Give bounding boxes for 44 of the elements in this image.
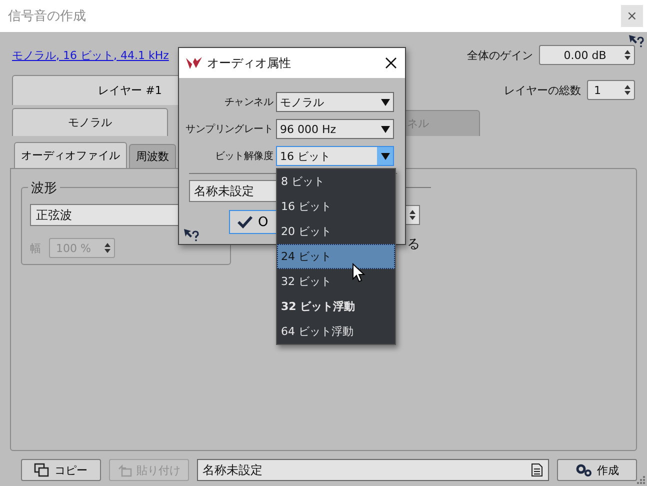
document-icon <box>531 463 544 477</box>
field-label: サンプリングレート <box>186 122 273 136</box>
group-title: 波形 <box>28 179 60 197</box>
close-button[interactable] <box>383 55 399 71</box>
gears-icon <box>575 463 594 477</box>
gain-field[interactable]: 0.00 dB <box>539 45 635 65</box>
menu-item[interactable]: 32 ビット <box>277 269 395 294</box>
menu-item[interactable]: 64 ビット浮動 <box>277 319 395 344</box>
close-button[interactable]: × <box>621 5 643 27</box>
spinner-arrows-icon[interactable] <box>104 242 111 254</box>
help-icon[interactable] <box>628 34 644 48</box>
dropdown[interactable]: モノラル <box>276 92 394 112</box>
dialog-title: オーディオ属性 <box>207 54 292 72</box>
spinner-arrows-icon[interactable] <box>624 84 631 96</box>
spinner-arrows-icon[interactable] <box>409 209 416 221</box>
mouse-pointer-icon <box>352 263 366 283</box>
format-link[interactable]: モノラル, 16 ビット, 44.1 kHz <box>12 48 169 62</box>
dropdown-arrow-icon[interactable] <box>380 152 390 160</box>
layer-count-field[interactable]: 1 <box>587 80 635 100</box>
dropdown[interactable]: 96 000 Hz <box>276 119 394 139</box>
dropdown-arrow-icon[interactable] <box>380 98 390 106</box>
paste-icon <box>116 463 133 477</box>
create-button[interactable]: 作成 <box>557 459 637 481</box>
channel-tab[interactable]: モノラル <box>12 108 168 136</box>
dropdown[interactable]: 16 ビット <box>276 146 394 166</box>
layer-count-label: レイヤーの総数 <box>504 82 581 98</box>
window-title: 信号音の作成 <box>8 8 86 25</box>
menu-item[interactable]: 24 ビット <box>277 244 395 269</box>
resize-grip-icon[interactable] <box>636 475 646 485</box>
source-tab[interactable]: 周波数 <box>129 144 176 168</box>
app-logo-icon <box>185 55 203 71</box>
source-tab[interactable]: オーディオファイル <box>14 142 127 168</box>
copy-button[interactable]: コピー <box>21 459 101 481</box>
help-icon[interactable] <box>183 228 199 242</box>
gain-label: 全体のゲイン <box>467 48 533 62</box>
field-label: ビット解像度 <box>214 150 273 163</box>
option-label: る <box>407 236 420 253</box>
menu-item[interactable]: 32 ビット浮動 <box>277 294 395 319</box>
checkmark-icon <box>237 215 253 229</box>
close-icon <box>385 57 397 69</box>
name-field[interactable]: 名称未設定 <box>196 459 550 481</box>
copy-icon <box>34 463 50 477</box>
dropdown-arrow-icon[interactable] <box>380 126 390 132</box>
spinner-arrows-icon[interactable] <box>624 49 631 61</box>
